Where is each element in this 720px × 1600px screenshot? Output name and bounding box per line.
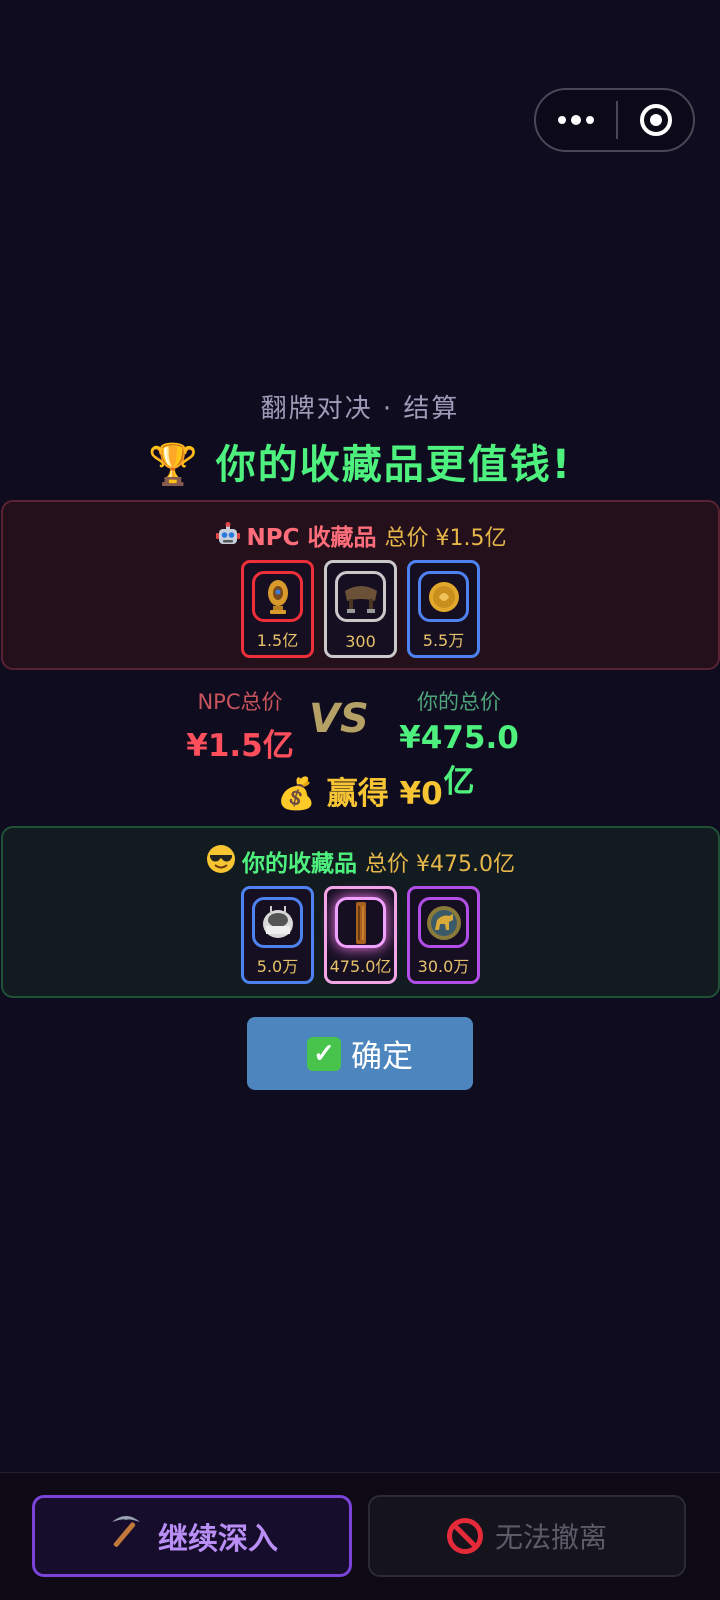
golden-egg-icon bbox=[252, 571, 303, 622]
npc-panel-header: NPC 收藏品 总价 ¥1.5亿 bbox=[3, 518, 718, 555]
your-total-label: 你的总价 bbox=[417, 690, 501, 714]
your-item-value: 5.0万 bbox=[256, 957, 299, 976]
npc-total-label: NPC总价 bbox=[197, 690, 283, 714]
npc-item-value: 1.5亿 bbox=[256, 631, 299, 650]
winnings-text: 💰 赢得 ¥0 bbox=[277, 776, 443, 812]
confirm-button-label: 确定 bbox=[351, 1039, 413, 1074]
check-mark-icon: ✓ bbox=[307, 1036, 341, 1071]
npc-collection-panel: NPC 收藏品 总价 ¥1.5亿 1.5亿 300 5.5万 bbox=[1, 500, 720, 670]
your-item-card[interactable]: 5.0万 bbox=[241, 886, 314, 984]
your-panel-total: 总价 ¥475.0亿 bbox=[365, 852, 515, 877]
npc-item-card[interactable]: 5.5万 bbox=[407, 560, 480, 658]
gold-coin-icon bbox=[418, 571, 469, 622]
your-items-row: 5.0万 475.0亿 30.0万 bbox=[3, 886, 718, 984]
npc-item-value: 5.5万 bbox=[422, 631, 465, 650]
confirm-button[interactable]: ✓ 确定 bbox=[247, 1017, 473, 1090]
result-headline: 🏆 你的收藏品更值钱! bbox=[148, 442, 572, 488]
your-collection-panel: 你的收藏品 总价 ¥475.0亿 5.0万 475.0亿 30.0万 bbox=[1, 826, 720, 998]
bamboo-scroll-icon bbox=[335, 897, 386, 948]
cannot-evacuate-button[interactable]: 无法撤离 bbox=[368, 1495, 686, 1577]
continue-deeper-button[interactable]: 继续深入 bbox=[32, 1495, 352, 1577]
silver-crown-icon bbox=[252, 897, 303, 948]
versus-summary: NPC总价 ¥1.5亿 VS 你的总价 ¥475.0亿 bbox=[0, 686, 720, 800]
npc-panel-total: 总价 ¥1.5亿 bbox=[384, 526, 507, 551]
continue-deeper-label: 继续深入 bbox=[158, 1522, 278, 1557]
sunglasses-face-icon bbox=[206, 844, 236, 881]
vs-label: VS bbox=[309, 696, 369, 742]
close-miniprogram-button[interactable] bbox=[618, 90, 693, 150]
your-item-value: 30.0万 bbox=[417, 957, 470, 976]
npc-item-card[interactable]: 1.5亿 bbox=[241, 560, 314, 658]
result-subtitle: 翻牌对决 · 结算 bbox=[260, 394, 460, 424]
more-options-icon[interactable] bbox=[536, 90, 616, 150]
npc-panel-title: NPC 收藏品 bbox=[246, 525, 377, 551]
bronze-horse-icon bbox=[418, 897, 469, 948]
your-item-card[interactable]: 30.0万 bbox=[407, 886, 480, 984]
npc-item-value: 300 bbox=[345, 632, 376, 651]
prohibited-icon bbox=[446, 1518, 483, 1554]
saddle-icon bbox=[335, 571, 386, 622]
robot-icon bbox=[215, 522, 241, 555]
cannot-evacuate-label: 无法撤离 bbox=[494, 1521, 607, 1554]
npc-total-amount: ¥1.5亿 bbox=[186, 728, 294, 764]
npc-items-row: 1.5亿 300 5.5万 bbox=[3, 560, 718, 658]
bottom-action-bar: 继续深入 无法撤离 bbox=[0, 1472, 720, 1600]
your-panel-title: 你的收藏品 bbox=[242, 851, 357, 877]
your-item-card[interactable]: 475.0亿 bbox=[324, 886, 397, 984]
npc-item-card[interactable]: 300 bbox=[324, 560, 397, 658]
target-icon bbox=[639, 104, 672, 136]
your-panel-header: 你的收藏品 总价 ¥475.0亿 bbox=[3, 844, 718, 881]
your-item-value: 475.0亿 bbox=[329, 957, 392, 976]
miniprogram-capsule bbox=[534, 88, 695, 152]
npc-total-block: NPC总价 ¥1.5亿 bbox=[175, 686, 305, 765]
pickaxe-icon bbox=[106, 1512, 146, 1561]
